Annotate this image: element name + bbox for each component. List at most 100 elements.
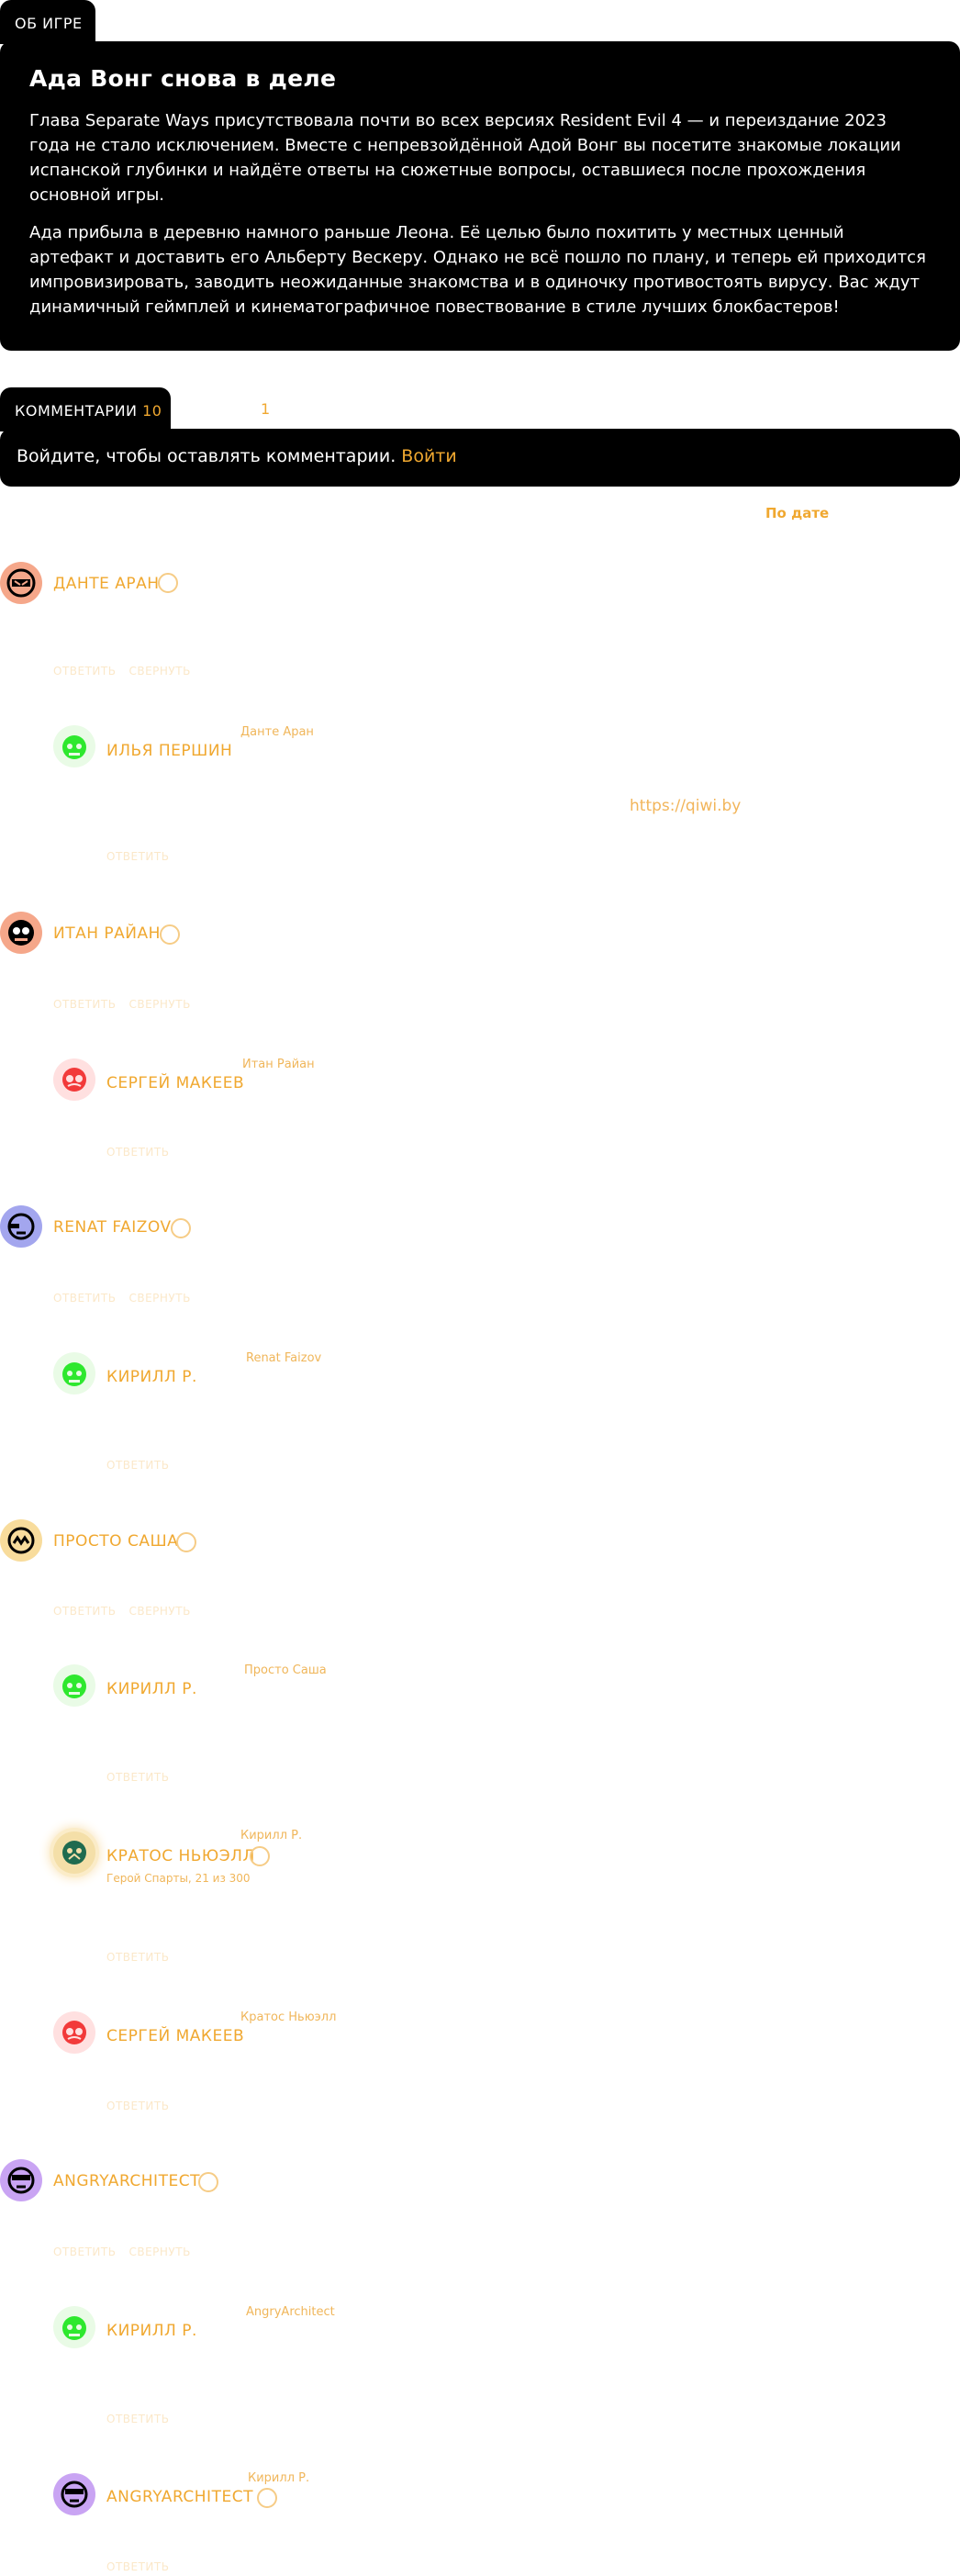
- comment-actions: ОТВЕТИТЬ СВЕРНУТЬ: [53, 2246, 204, 2258]
- comment-author[interactable]: ИЛЬЯ ПЕРШИН: [106, 742, 232, 760]
- reply-to[interactable]: Кратос Ньюэлл: [240, 2010, 336, 2024]
- comment-author[interactable]: ANGRYARCHITECT: [106, 2488, 253, 2506]
- reply-to[interactable]: Просто Саша: [244, 1663, 327, 1677]
- robot-face-icon: [6, 568, 36, 598]
- tab-about-game[interactable]: ОБ ИГРЕ: [0, 0, 95, 44]
- robot-face-icon: [7, 1527, 35, 1554]
- rating-ring: [198, 2172, 218, 2192]
- avatar[interactable]: [0, 1519, 42, 1562]
- reply-button[interactable]: ОТВЕТИТЬ: [106, 1951, 169, 1964]
- reply-button[interactable]: ОТВЕТИТЬ: [106, 2560, 169, 2573]
- collapse-button[interactable]: СВЕРНУТЬ: [128, 665, 190, 678]
- sort-by-date[interactable]: По дате: [765, 505, 829, 521]
- comment-actions: ОТВЕТИТЬ: [106, 1146, 182, 1159]
- comment-author[interactable]: КИРИЛЛ Р.: [106, 2322, 197, 2340]
- rating-ring: [176, 1532, 196, 1552]
- about-paragraph: Ада прибыла в деревню намного раньше Лео…: [29, 223, 926, 317]
- reply-button[interactable]: ОТВЕТИТЬ: [53, 1292, 116, 1305]
- collapse-button[interactable]: СВЕРНУТЬ: [128, 2246, 190, 2258]
- reply-button[interactable]: ОТВЕТИТЬ: [53, 1605, 116, 1618]
- reply-button[interactable]: ОТВЕТИТЬ: [106, 1459, 169, 1472]
- comment-author[interactable]: СЕРГЕЙ МАКЕЕВ: [106, 2027, 244, 2045]
- robot-face-icon: [61, 2481, 88, 2508]
- robot-face-icon: [62, 1841, 86, 1865]
- avatar[interactable]: [53, 1831, 95, 1874]
- comment-author[interactable]: КИРИЛЛ Р.: [106, 1680, 197, 1698]
- avatar[interactable]: [53, 1352, 95, 1394]
- robot-face-icon: [7, 2167, 35, 2194]
- comment-actions: ОТВЕТИТЬ: [106, 2560, 182, 2573]
- comment-author[interactable]: RENAT FAIZOV: [53, 1218, 172, 1237]
- login-prompt: Войдите, чтобы оставлять комментарии. Во…: [0, 429, 960, 487]
- avatar[interactable]: [0, 1205, 42, 1248]
- comment-author[interactable]: СЕРГЕЙ МАКЕЕВ: [106, 1074, 244, 1092]
- comment-actions: ОТВЕТИТЬ: [106, 1771, 182, 1784]
- collapse-button[interactable]: СВЕРНУТЬ: [128, 1605, 190, 1618]
- comment-actions: ОТВЕТИТЬ: [106, 1951, 182, 1964]
- reply-to[interactable]: Кирилл Р.: [240, 1829, 302, 1842]
- comment-actions: ОТВЕТИТЬ: [106, 2413, 182, 2425]
- robot-face-icon: [7, 1213, 35, 1240]
- reply-button[interactable]: ОТВЕТИТЬ: [106, 1771, 169, 1784]
- reply-button[interactable]: ОТВЕТИТЬ: [53, 2246, 116, 2258]
- reply-button[interactable]: ОТВЕТИТЬ: [106, 2413, 169, 2425]
- collapse-button[interactable]: СВЕРНУТЬ: [128, 1292, 190, 1305]
- avatar[interactable]: [0, 912, 42, 954]
- avatar[interactable]: [0, 2159, 42, 2201]
- tab-comments[interactable]: КОММЕНТАРИИ 10: [0, 387, 171, 431]
- comment-link[interactable]: https://qiwi.by: [630, 797, 741, 815]
- reply-to[interactable]: Данте Аран: [240, 725, 314, 739]
- rating-ring: [158, 573, 178, 593]
- reply-button[interactable]: ОТВЕТИТЬ: [106, 1146, 169, 1159]
- comment-author[interactable]: КРАТОС НЬЮЭЛЛ: [106, 1847, 255, 1865]
- comment-actions: ОТВЕТИТЬ СВЕРНУТЬ: [53, 1605, 204, 1618]
- reply-button[interactable]: ОТВЕТИТЬ: [106, 850, 169, 863]
- comment-actions: ОТВЕТИТЬ: [106, 2100, 182, 2112]
- avatar[interactable]: [53, 1058, 95, 1101]
- comment-author[interactable]: ИТАН РАЙАН: [53, 924, 161, 943]
- user-rank: Герой Спарты, 21 из 300: [106, 1872, 251, 1885]
- about-title: Ада Вонг снова в деле: [29, 65, 337, 92]
- robot-face-icon: [62, 2316, 86, 2340]
- reply-button[interactable]: ОТВЕТИТЬ: [106, 2100, 169, 2112]
- robot-face-icon: [8, 920, 34, 946]
- robot-face-icon: [62, 1068, 86, 1092]
- rating-ring: [250, 1846, 270, 1866]
- tab-comments-label: КОММЕНТАРИИ: [15, 402, 138, 420]
- reply-to[interactable]: Кирилл Р.: [248, 2471, 309, 2485]
- comment-author[interactable]: ANGRYARCHITECT: [53, 2172, 200, 2190]
- reply-to[interactable]: AngryArchitect: [246, 2305, 335, 2319]
- robot-face-icon: [62, 2021, 86, 2044]
- avatar[interactable]: [53, 2011, 95, 2054]
- rating-ring: [160, 924, 180, 945]
- avatar[interactable]: [53, 1664, 95, 1707]
- reply-to[interactable]: Итан Райан: [242, 1058, 315, 1071]
- login-link[interactable]: Войти: [401, 446, 456, 466]
- collapse-button[interactable]: СВЕРНУТЬ: [128, 998, 190, 1011]
- rating-ring: [171, 1218, 191, 1238]
- comment-author[interactable]: КИРИЛЛ Р.: [106, 1368, 197, 1386]
- avatar[interactable]: [53, 725, 95, 767]
- comment-actions: ОТВЕТИТЬ СВЕРНУТЬ: [53, 1292, 204, 1305]
- reply-button[interactable]: ОТВЕТИТЬ: [53, 998, 116, 1011]
- about-paragraph: Глава Separate Ways присутствовала почти…: [29, 111, 901, 205]
- rating-ring: [257, 2488, 277, 2508]
- robot-face-icon: [62, 1674, 86, 1698]
- comment-author[interactable]: ДАНТЕ АРАН: [53, 575, 160, 593]
- comment-actions: ОТВЕТИТЬ: [106, 1459, 182, 1472]
- comment-actions: ОТВЕТИТЬ СВЕРНУТЬ: [53, 998, 204, 1011]
- reply-to[interactable]: Renat Faizov: [246, 1351, 321, 1365]
- avatar[interactable]: [53, 2473, 95, 2515]
- login-prompt-text: Войдите, чтобы оставлять комментарии.: [17, 446, 396, 466]
- robot-face-icon: [62, 1362, 86, 1386]
- about-game-card: Ада Вонг снова в деле Глава Separate Way…: [0, 41, 960, 351]
- avatar[interactable]: [53, 2306, 95, 2348]
- pagination-page[interactable]: 1: [261, 400, 270, 418]
- comment-actions: ОТВЕТИТЬ: [106, 850, 182, 863]
- reply-button[interactable]: ОТВЕТИТЬ: [53, 665, 116, 678]
- comment-actions: ОТВЕТИТЬ СВЕРНУТЬ: [53, 665, 204, 678]
- robot-face-icon: [62, 735, 86, 759]
- comments-count: 10: [142, 402, 162, 420]
- avatar[interactable]: [0, 562, 42, 604]
- comment-author[interactable]: ПРОСТО САША: [53, 1532, 178, 1551]
